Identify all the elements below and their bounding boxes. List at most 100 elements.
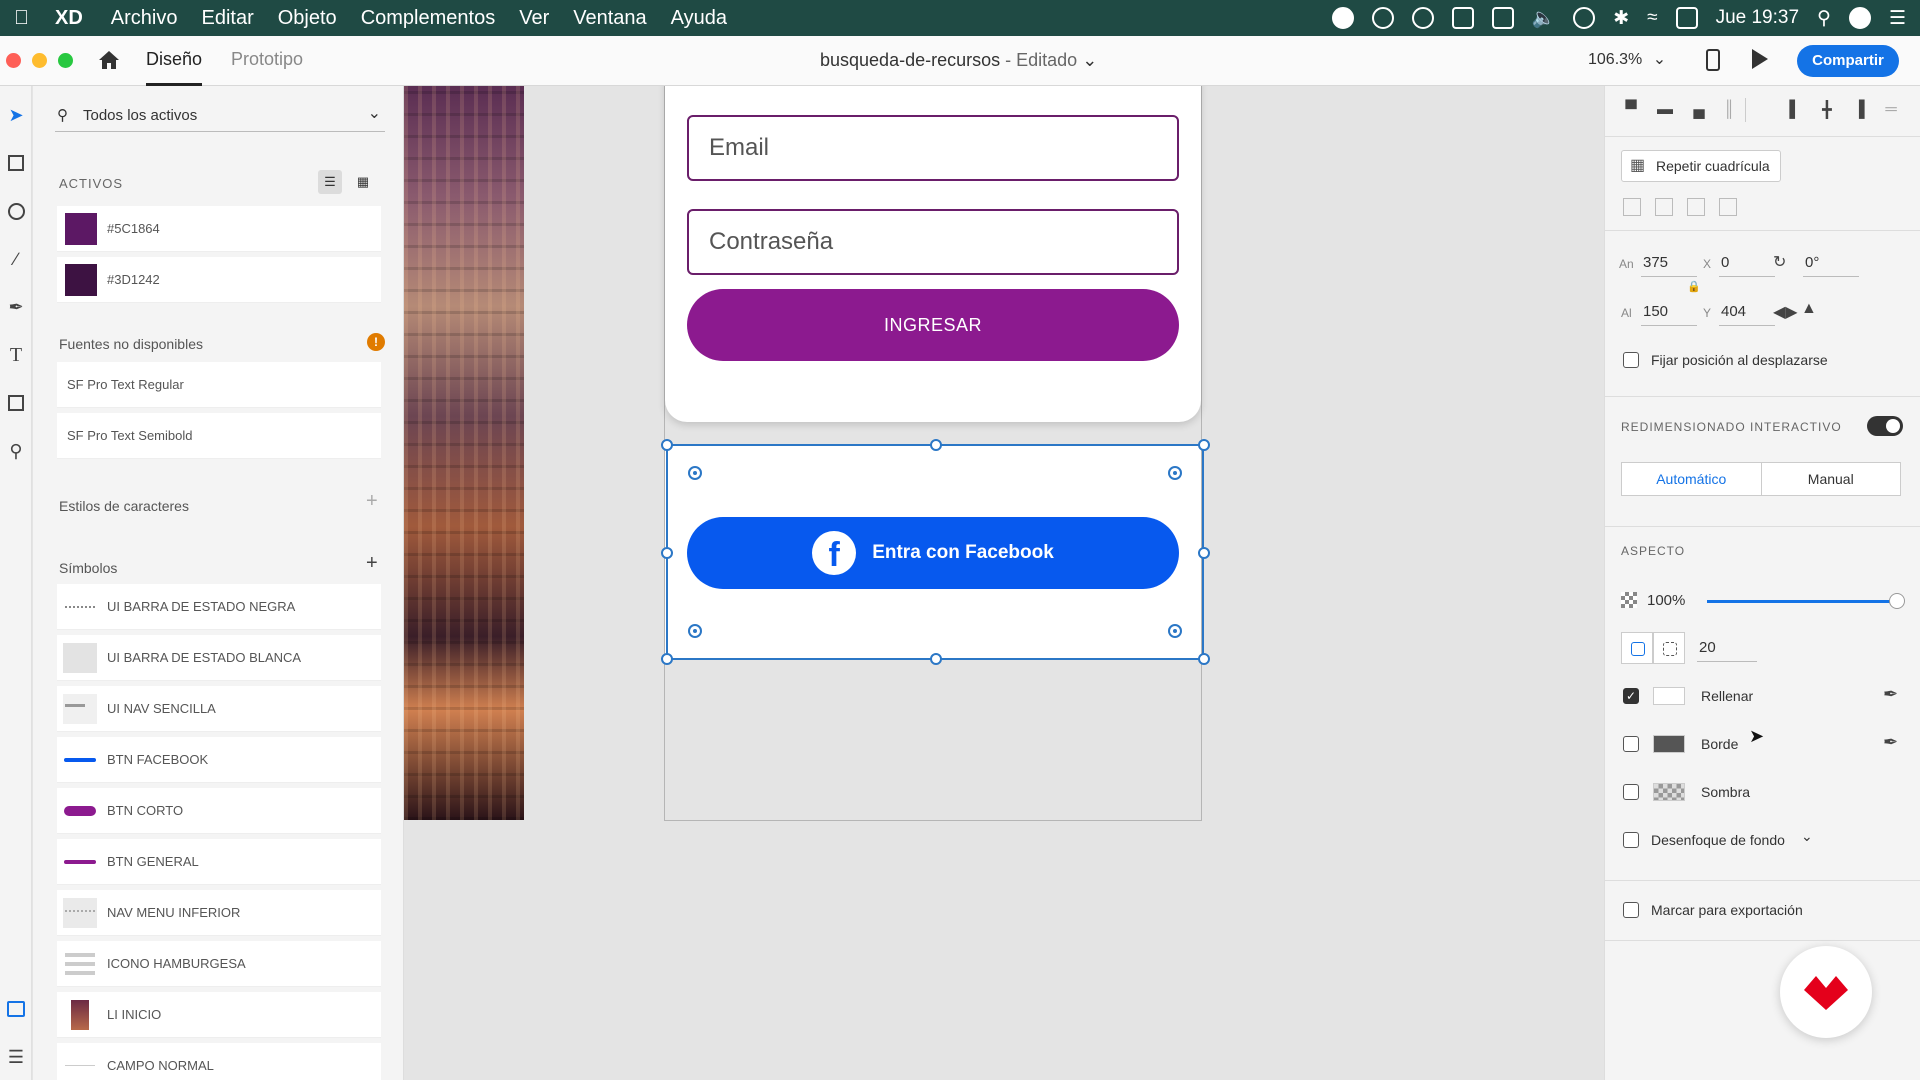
apple-icon[interactable]:  xyxy=(14,7,29,30)
shadow-checkbox[interactable] xyxy=(1623,784,1639,800)
creative-cloud-icon[interactable] xyxy=(1371,7,1394,29)
tab-prototype[interactable]: Prototipo xyxy=(231,36,303,86)
flip-vertical-icon[interactable]: ▲ xyxy=(1801,300,1817,318)
app-menu[interactable]: XD xyxy=(55,7,83,30)
assets-filter[interactable]: ⚲ Todos los activos ⌄ xyxy=(55,100,385,132)
resize-handle[interactable] xyxy=(1198,547,1210,559)
border-checkbox[interactable] xyxy=(1623,736,1639,752)
symbol-row[interactable]: UI BARRA DE ESTADO NEGRA xyxy=(57,584,381,630)
symbol-row[interactable]: ICONO HAMBURGESA xyxy=(57,941,381,987)
cloud-icon[interactable] xyxy=(1411,7,1434,29)
symbol-row[interactable]: UI NAV SENCILLA xyxy=(57,686,381,732)
shadow-color-swatch[interactable] xyxy=(1653,783,1685,801)
opacity-slider-track[interactable] xyxy=(1707,600,1895,603)
corner-radius-handle[interactable] xyxy=(1168,466,1182,480)
close-window-button[interactable] xyxy=(6,53,21,68)
auto-mode-button[interactable]: Automático xyxy=(1622,463,1762,495)
resize-handle[interactable] xyxy=(930,653,942,665)
fix-position-checkbox[interactable] xyxy=(1623,352,1639,368)
symbol-row[interactable]: CAMPO NORMAL xyxy=(57,1043,381,1080)
color-swatch-row[interactable]: #3D1242 xyxy=(57,257,381,303)
boolean-subtract-icon[interactable] xyxy=(1655,198,1673,216)
resize-handle[interactable] xyxy=(1198,439,1210,451)
color-swatch-row[interactable]: #5C1864 xyxy=(57,206,381,252)
resize-handle[interactable] xyxy=(1198,653,1210,665)
email-field[interactable]: Email xyxy=(687,115,1179,181)
tab-design[interactable]: Diseño xyxy=(146,36,203,86)
export-checkbox[interactable] xyxy=(1623,902,1639,918)
corner-radius-handle[interactable] xyxy=(1168,624,1182,638)
rotation-input[interactable]: 0° xyxy=(1805,254,1819,271)
spotlight-icon[interactable]: ⚲ xyxy=(1817,7,1831,30)
display-icon[interactable] xyxy=(1491,7,1514,29)
border-color-swatch[interactable] xyxy=(1653,735,1685,753)
boolean-intersect-icon[interactable] xyxy=(1687,198,1705,216)
align-top-icon[interactable]: ▀ xyxy=(1621,100,1641,120)
line-tool-icon[interactable]: ∕ xyxy=(5,248,27,270)
clock[interactable]: Jue 19:37 xyxy=(1716,7,1799,29)
height-input[interactable]: 150 xyxy=(1643,303,1668,320)
font-row[interactable]: SF Pro Text Semibold xyxy=(57,413,381,459)
volume-icon[interactable]: 🔈 xyxy=(1532,6,1556,30)
menu-ver[interactable]: Ver xyxy=(519,7,549,30)
rectangle-tool-icon[interactable] xyxy=(5,152,27,174)
font-row[interactable]: SF Pro Text Regular xyxy=(57,362,381,408)
corner-radius-handle[interactable] xyxy=(688,466,702,480)
zoom-window-button[interactable] xyxy=(58,53,73,68)
add-symbol-icon[interactable]: + xyxy=(366,552,378,575)
repeat-grid-button[interactable]: ▦ Repetir cuadrícula xyxy=(1621,150,1781,182)
warning-icon[interactable]: ! xyxy=(367,333,385,351)
wifi-icon[interactable]: ≈ xyxy=(1647,7,1657,29)
lock-ratio-icon[interactable]: 🔒 xyxy=(1687,280,1701,293)
select-tool-icon[interactable]: ➤ xyxy=(5,104,27,126)
y-input[interactable]: 404 xyxy=(1721,303,1746,320)
layers-icon[interactable]: ☰ xyxy=(5,1046,27,1068)
ellipse-tool-icon[interactable] xyxy=(5,200,27,222)
device-preview-icon[interactable] xyxy=(1706,49,1720,71)
menu-archivo[interactable]: Archivo xyxy=(111,7,178,30)
align-right-icon[interactable]: ▐ xyxy=(1849,100,1869,120)
resize-handle[interactable] xyxy=(930,439,942,451)
symbol-row[interactable]: UI BARRA DE ESTADO BLANCA xyxy=(57,635,381,681)
opacity-value[interactable]: 100% xyxy=(1647,592,1685,609)
align-bottom-icon[interactable]: ▄ xyxy=(1689,100,1709,120)
align-left-icon[interactable]: ▌ xyxy=(1785,100,1805,120)
grid-view-icon[interactable]: ▦ xyxy=(351,170,375,194)
align-middle-icon[interactable]: ▬ xyxy=(1655,100,1675,120)
flip-horizontal-icon[interactable]: ◀▶ xyxy=(1773,302,1798,322)
share-button[interactable]: Compartir xyxy=(1797,45,1899,77)
design-canvas[interactable]: Email Contraseña INGRESAR f Entra con Fa… xyxy=(404,86,1604,1080)
corner-radius-handle[interactable] xyxy=(688,624,702,638)
resize-handle[interactable] xyxy=(661,547,673,559)
resize-handle[interactable] xyxy=(661,653,673,665)
eyedropper-icon[interactable]: ✒ xyxy=(1883,684,1898,705)
add-character-style-icon[interactable]: + xyxy=(366,490,378,513)
symbol-row[interactable]: LI INICIO xyxy=(57,992,381,1038)
radius-all-button[interactable] xyxy=(1621,632,1653,664)
menu-ventana[interactable]: Ventana xyxy=(573,7,646,30)
menu-objeto[interactable]: Objeto xyxy=(278,7,337,30)
responsive-resize-toggle[interactable] xyxy=(1867,416,1903,436)
minimize-window-button[interactable] xyxy=(32,53,47,68)
opacity-slider-thumb[interactable] xyxy=(1889,593,1905,609)
width-input[interactable]: 375 xyxy=(1643,254,1668,271)
rotate-icon[interactable]: ↻ xyxy=(1773,252,1786,272)
x-input[interactable]: 0 xyxy=(1721,254,1729,271)
control-center-icon[interactable]: ☰ xyxy=(1889,7,1906,30)
background-blur-checkbox[interactable] xyxy=(1623,832,1639,848)
document-title[interactable]: busqueda-de-recursos - Editado ⌄ xyxy=(820,36,1097,84)
menu-ayuda[interactable]: Ayuda xyxy=(671,7,727,30)
siri-icon[interactable] xyxy=(1848,7,1871,29)
menu-complementos[interactable]: Complementos xyxy=(361,7,496,30)
text-tool-icon[interactable]: T xyxy=(5,344,27,366)
symbol-row[interactable]: BTN FACEBOOK xyxy=(57,737,381,783)
login-card[interactable]: Email Contraseña INGRESAR xyxy=(665,86,1201,422)
symbol-row[interactable]: NAV MENU INFERIOR xyxy=(57,890,381,936)
selection-box[interactable] xyxy=(661,439,1210,665)
zoom-level[interactable]: 106.3% ⌄ xyxy=(1588,36,1666,84)
login-button[interactable]: INGRESAR xyxy=(687,289,1179,361)
menu-editar[interactable]: Editar xyxy=(202,7,254,30)
distribute-vertical-icon[interactable]: ║ xyxy=(1719,100,1739,120)
city-photo-artboard[interactable] xyxy=(404,86,524,820)
align-center-icon[interactable]: ╋ xyxy=(1817,100,1837,120)
